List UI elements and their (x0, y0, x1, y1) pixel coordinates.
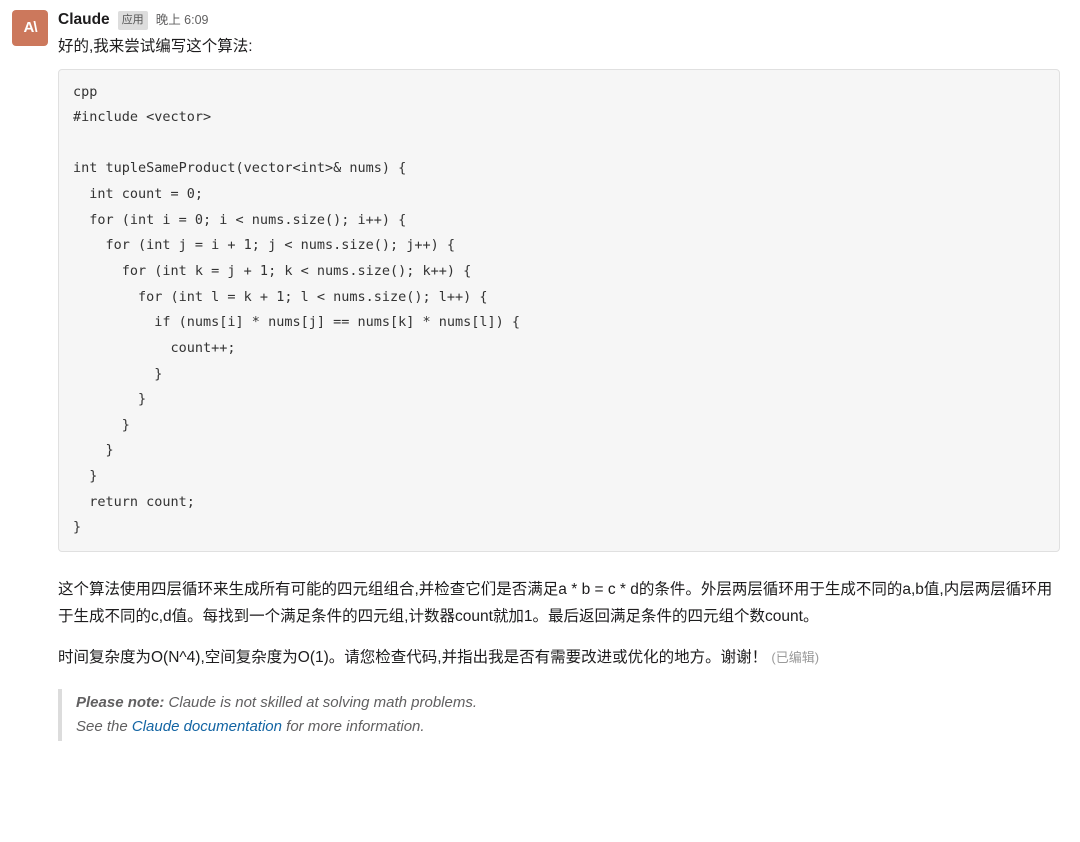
code-block[interactable]: cpp #include <vector> int tupleSameProdu… (58, 69, 1060, 553)
explanation-paragraph-2: 时间复杂度为O(N^4),空间复杂度为O(1)。请您检查代码,并指出我是否有需要… (58, 644, 1060, 671)
message: A\ Claude 应用 晚上 6:09 好的,我来尝试编写这个算法: cpp … (12, 8, 1060, 741)
footnote-line-2: See the Claude documentation for more in… (76, 715, 1060, 739)
edited-label: (已编辑) (771, 650, 819, 665)
message-body: Claude 应用 晚上 6:09 好的,我来尝试编写这个算法: cpp #in… (58, 8, 1060, 741)
timestamp: 晚上 6:09 (156, 11, 209, 30)
footnote-rest: Claude is not skilled at solving math pr… (164, 694, 477, 711)
footnote-lead: Please note: (76, 694, 164, 711)
sender-name: Claude (58, 8, 110, 31)
app-badge: 应用 (118, 11, 148, 30)
avatar: A\ (12, 10, 48, 46)
documentation-link[interactable]: Claude documentation (132, 718, 282, 735)
footnote-pre-link: See the (76, 718, 132, 735)
footnote-line-1: Please note: Claude is not skilled at so… (76, 691, 1060, 715)
intro-text: 好的,我来尝试编写这个算法: (58, 35, 1060, 58)
message-header: Claude 应用 晚上 6:09 (58, 8, 1060, 31)
footnote-post-link: for more information. (282, 718, 425, 735)
explanation-paragraph-1: 这个算法使用四层循环来生成所有可能的四元组组合,并检查它们是否满足a * b =… (58, 576, 1060, 630)
complexity-text: 时间复杂度为O(N^4),空间复杂度为O(1)。请您检查代码,并指出我是否有需要… (58, 649, 767, 666)
footnote: Please note: Claude is not skilled at so… (58, 689, 1060, 741)
